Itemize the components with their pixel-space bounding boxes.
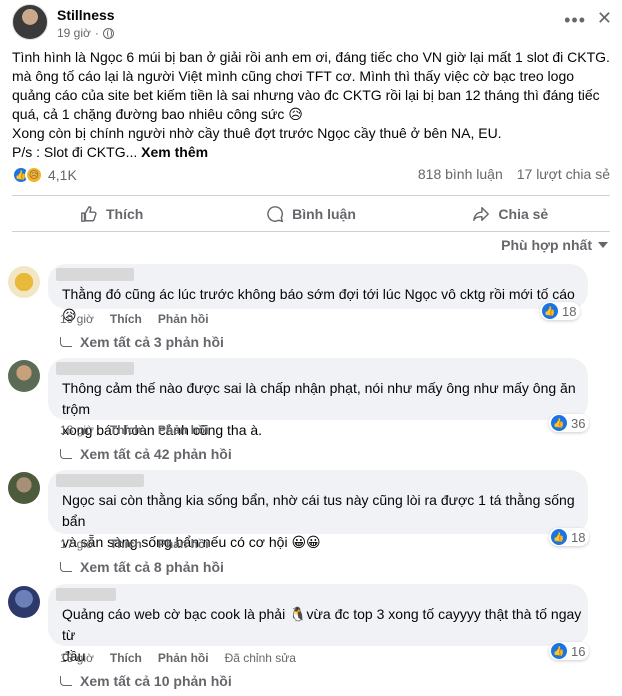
globe-icon xyxy=(102,27,114,39)
post-paragraph: Tình hình là Ngọc 6 múi bị ban ở giải rồ… xyxy=(12,49,610,122)
comment-icon xyxy=(267,206,284,223)
comment-sort-dropdown[interactable]: Phù hợp nhất xyxy=(501,237,608,253)
comment-like-button[interactable]: Thích xyxy=(110,651,142,665)
comment: Quảng cáo web cờ bạc cook là phải 🐧vừa đ… xyxy=(8,584,618,694)
comment: Thằng đó cũng ác lúc trước không báo sớm… xyxy=(8,264,618,354)
author-name[interactable]: Stillness xyxy=(57,7,115,23)
post-action-bar: Thích Bình luận Chia sẻ xyxy=(12,197,610,231)
comment-count[interactable]: 818 bình luận xyxy=(418,166,503,182)
see-more-link[interactable]: Xem thêm xyxy=(141,144,208,160)
post-paragraph: P/s : Slot đi CKTG... Xem thêm xyxy=(12,144,209,160)
reply-arrow-icon xyxy=(60,562,72,572)
comment-meta: 19 giờ Thích Phản hồi xyxy=(60,312,209,326)
comment-time[interactable]: 18 giờ xyxy=(60,423,94,437)
comment: Thông cảm thế nào được sai là chấp nhận … xyxy=(8,358,618,468)
comment-time[interactable]: 18 giờ xyxy=(60,651,94,665)
like-button[interactable]: Thích xyxy=(12,197,211,231)
comment-reply-button[interactable]: Phản hồi xyxy=(158,312,209,326)
divider xyxy=(12,231,610,232)
comment-like-button[interactable]: Thích xyxy=(110,312,142,326)
like-label: Thích xyxy=(105,206,144,222)
comment-label: Bình luận xyxy=(292,206,356,222)
reply-arrow-icon xyxy=(60,676,72,686)
commenter-avatar[interactable] xyxy=(8,472,40,504)
post-paragraph: Xong còn bị chính người nhờ cầy thuê đợt… xyxy=(12,125,502,141)
commenter-avatar[interactable] xyxy=(8,360,40,392)
reply-arrow-icon xyxy=(60,449,72,459)
post-time[interactable]: 19 giờ xyxy=(57,26,91,40)
share-label: Chia sẻ xyxy=(498,206,549,222)
reaction-count: 4,1K xyxy=(48,167,77,183)
post-meta: 19 giờ · xyxy=(57,26,114,40)
commenter-avatar[interactable] xyxy=(8,266,40,298)
divider xyxy=(12,195,610,196)
edited-label: Đã chỉnh sửa xyxy=(224,651,296,665)
post-text: Tình hình là Ngọc 6 múi bị ban ở giải rồ… xyxy=(12,48,612,162)
view-replies-button[interactable]: Xem tất cả 3 phản hồi xyxy=(60,334,224,350)
commenter-name-redacted[interactable] xyxy=(56,588,116,601)
share-count[interactable]: 17 lượt chia sẻ xyxy=(517,166,610,182)
thumbs-up-icon xyxy=(81,206,97,222)
commenter-avatar[interactable] xyxy=(8,586,40,618)
view-replies-button[interactable]: Xem tất cả 42 phản hồi xyxy=(60,446,232,462)
share-button[interactable]: Chia sẻ xyxy=(411,197,610,231)
comment-bubble: Thông cảm thế nào được sai là chấp nhận … xyxy=(48,358,588,438)
comment-reactions[interactable]: 👍 36 xyxy=(549,414,590,432)
post-header: Stillness 19 giờ · ••• ✕ xyxy=(12,4,612,44)
like-reaction-icon: 👍 xyxy=(551,529,567,545)
like-reaction-icon: 👍 xyxy=(551,643,567,659)
sort-label: Phù hợp nhất xyxy=(501,237,592,253)
comment-time[interactable]: 17 giờ xyxy=(60,537,94,551)
commenter-name-redacted[interactable] xyxy=(56,474,144,487)
like-reaction-icon: 👍 xyxy=(551,415,567,431)
commenter-name-redacted[interactable] xyxy=(56,362,134,375)
comment-meta: 17 giờ Thích Phản hồi xyxy=(60,537,209,551)
comment-like-button[interactable]: Thích xyxy=(110,423,142,437)
comment-time[interactable]: 19 giờ xyxy=(60,312,94,326)
comment-like-button[interactable]: Thích xyxy=(110,537,142,551)
comment-reactions[interactable]: 👍 18 xyxy=(549,528,590,546)
more-options-icon[interactable]: ••• xyxy=(564,10,586,31)
share-icon xyxy=(473,206,490,222)
sad-reaction-icon: 😥 xyxy=(25,166,43,184)
post-stats: 👍 😥 4,1K 818 bình luận 17 lượt chia sẻ xyxy=(12,165,610,187)
comment-bubble: Thằng đó cũng ác lúc trước không báo sớm… xyxy=(48,264,588,323)
comment-reactions[interactable]: 👍 16 xyxy=(549,642,590,660)
comment-reply-button[interactable]: Phản hồi xyxy=(158,651,209,665)
comment: Ngọc sai còn thằng kia sống bẩn, nhờ cái… xyxy=(8,470,618,580)
reactions-summary[interactable]: 👍 😥 4,1K xyxy=(12,166,77,184)
close-icon[interactable]: ✕ xyxy=(597,8,612,29)
view-replies-button[interactable]: Xem tất cả 10 phản hồi xyxy=(60,673,232,689)
comment-meta: 18 giờ Thích Phản hồi Đã chỉnh sửa xyxy=(60,651,296,665)
comment-bubble: Quảng cáo web cờ bạc cook là phải 🐧vừa đ… xyxy=(48,584,588,664)
like-reaction-icon: 👍 xyxy=(542,303,558,319)
comment-reactions[interactable]: 👍 18 xyxy=(540,302,581,320)
comment-meta: 18 giờ Thích Phản hồi xyxy=(60,423,209,437)
comment-reply-button[interactable]: Phản hồi xyxy=(158,423,209,437)
author-avatar[interactable] xyxy=(12,4,48,40)
comment-bubble: Ngọc sai còn thằng kia sống bẩn, nhờ cái… xyxy=(48,470,588,550)
view-replies-button[interactable]: Xem tất cả 8 phản hồi xyxy=(60,559,224,575)
chevron-down-icon xyxy=(598,242,608,248)
comment-button[interactable]: Bình luận xyxy=(211,197,410,231)
reply-arrow-icon xyxy=(60,337,72,347)
commenter-name-redacted[interactable] xyxy=(56,268,134,281)
comment-reply-button[interactable]: Phản hồi xyxy=(158,537,209,551)
